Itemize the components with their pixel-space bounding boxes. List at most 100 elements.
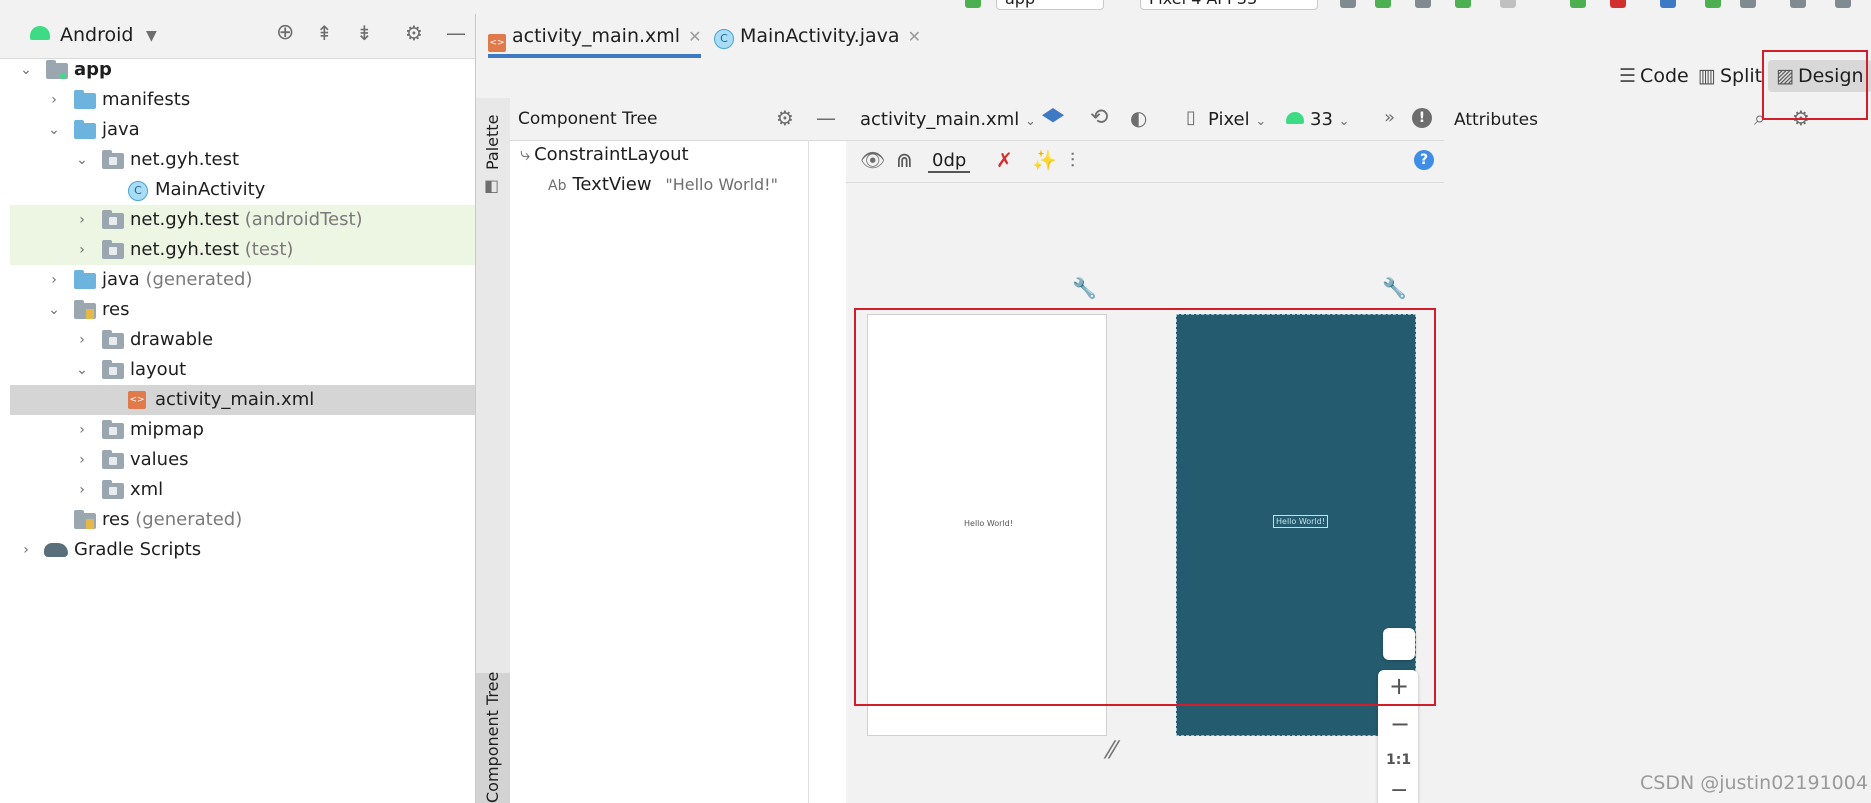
tree-item-java-generated[interactable]: › java (generated) — [10, 265, 475, 295]
zoom-actual-size-button[interactable]: 1:1 — [1386, 752, 1411, 768]
layout-file-select[interactable]: activity_main.xml ⌄ — [860, 109, 1036, 130]
orientation-icon[interactable]: ⟲ — [1090, 107, 1108, 129]
help-icon[interactable]: ? — [1414, 150, 1434, 170]
close-icon[interactable]: ✕ — [688, 27, 701, 46]
expand-all-icon[interactable]: ⇞ — [316, 23, 333, 43]
chevron-down-icon[interactable]: ▼ — [146, 26, 157, 46]
tree-node-textview[interactable]: Ab TextView "Hello World!" — [548, 174, 778, 195]
clear-constraints-icon[interactable]: ✗ — [996, 150, 1013, 170]
tree-item-java[interactable]: ⌄ java — [10, 115, 475, 145]
more-chevron-icon[interactable]: » — [1384, 108, 1395, 128]
run-icon[interactable] — [965, 0, 981, 8]
chevron-down-icon[interactable]: ⌄ — [74, 145, 90, 175]
split-view-icon: ▥ — [1698, 65, 1716, 87]
module-folder-icon — [46, 60, 68, 79]
chevron-right-icon[interactable]: › — [74, 445, 90, 475]
tree-item-label: xml — [130, 479, 164, 500]
settings-menu-icon[interactable] — [1835, 0, 1851, 8]
chevron-right-icon[interactable]: › — [18, 535, 34, 565]
tree-item-mipmap[interactable]: › mipmap — [10, 415, 475, 445]
magnet-icon[interactable]: ⋒ — [896, 150, 913, 170]
tree-item-manifests[interactable]: › manifests — [10, 85, 475, 115]
tree-item-activity-main-xml[interactable]: <> activity_main.xml — [10, 385, 475, 415]
hide-panel-icon[interactable]: — — [816, 108, 836, 128]
view-mode-bar: ☰ Code ▥ Split ▨ Design — [476, 58, 1871, 99]
eye-icon[interactable]: 👁 — [860, 150, 885, 170]
chevron-right-icon[interactable]: › — [74, 325, 90, 355]
device-select[interactable]: Pixel 4 API 33 — [1140, 0, 1318, 10]
close-icon[interactable]: ✕ — [908, 27, 921, 46]
chevron-down-icon[interactable]: ⌄ — [74, 355, 90, 385]
package-icon — [102, 210, 124, 229]
component-tree-side-tab[interactable]: Component Tree — [476, 672, 510, 803]
split-mode-button[interactable]: ▥ Split — [1698, 65, 1762, 87]
device-select[interactable]: Pixel ⌄ — [1208, 109, 1266, 130]
tree-item-label: values — [130, 449, 189, 470]
tree-item-drawable[interactable]: › drawable — [10, 325, 475, 355]
tree-item-package[interactable]: ⌄ net.gyh.test — [10, 145, 475, 175]
folder-icon — [74, 120, 96, 139]
tree-item-package-androidtest[interactable]: › net.gyh.test (androidTest) — [10, 205, 475, 235]
resize-handle-icon[interactable]: ⁄⁄ — [1108, 738, 1116, 762]
code-mode-button[interactable]: ☰ Code — [1619, 65, 1689, 87]
wrench-icon[interactable]: 🔧 — [1072, 278, 1097, 298]
tree-node-constraintlayout[interactable]: ⤷ ConstraintLayout — [520, 144, 689, 165]
tree-item-mainactivity[interactable]: C MainActivity — [10, 175, 475, 205]
avd-manager-icon[interactable] — [1660, 0, 1676, 8]
debug-icon[interactable] — [1415, 0, 1431, 8]
profile-icon[interactable] — [1455, 0, 1471, 8]
run-app-icon[interactable] — [1340, 0, 1356, 8]
tree-item-gradle-scripts[interactable]: › Gradle Scripts — [10, 535, 475, 565]
chevron-right-icon[interactable]: › — [74, 235, 90, 265]
zoom-out-button[interactable]: − — [1390, 710, 1410, 738]
text-view-icon: Ab — [548, 178, 567, 194]
locate-icon[interactable]: ⊕ — [276, 22, 294, 44]
tree-item-res[interactable]: ⌄ res — [10, 295, 475, 325]
design-toolbar-secondary: 👁 ⋒ 0dp ✗ ✨ ⫶ ? — [846, 140, 1444, 183]
chevron-right-icon[interactable]: › — [46, 265, 62, 295]
chevron-right-icon[interactable]: › — [46, 85, 62, 115]
guidelines-icon[interactable]: ⫶ — [1070, 150, 1075, 170]
zoom-fit-button[interactable]: − — [1390, 778, 1408, 803]
infer-constraints-icon[interactable]: ✨ — [1032, 150, 1057, 170]
tree-item-layout[interactable]: ⌄ layout — [10, 355, 475, 385]
tree-item-label: mipmap — [130, 419, 204, 440]
chevron-right-icon[interactable]: › — [74, 475, 90, 505]
tree-item-values[interactable]: › values — [10, 445, 475, 475]
chevron-down-icon[interactable]: ⌄ — [46, 115, 62, 145]
tab-activity-main-xml[interactable]: <> activity_main.xml ✕ — [488, 14, 702, 58]
constraint-layout-icon: ⤷ — [520, 144, 531, 165]
tree-item-label: app — [74, 59, 112, 80]
tab-mainactivity-java[interactable]: C MainActivity.java ✕ — [714, 14, 921, 58]
apply-changes-icon[interactable] — [1375, 0, 1391, 8]
chevron-right-icon[interactable]: › — [74, 205, 90, 235]
layers-icon[interactable] — [1042, 108, 1064, 123]
sdk-manager-icon[interactable] — [1705, 0, 1721, 8]
warning-icon[interactable]: ! — [1412, 108, 1432, 128]
hide-panel-icon[interactable]: — — [446, 23, 466, 43]
tree-item-package-test[interactable]: › net.gyh.test (test) — [10, 235, 475, 265]
attach-icon[interactable] — [1500, 0, 1516, 8]
default-margin-field[interactable]: 0dp — [928, 150, 971, 173]
theme-icon[interactable]: ◐ — [1130, 108, 1147, 128]
stop-icon[interactable] — [1610, 0, 1626, 8]
tree-item-xml[interactable]: › xml — [10, 475, 475, 505]
tree-item-app[interactable]: ⌄ app — [10, 55, 475, 85]
api-level-select[interactable]: 33 ⌄ — [1310, 109, 1350, 130]
attributes-panel: Attributes ⌕ ⚙ — — [1444, 98, 1871, 803]
tree-item-label: manifests — [102, 89, 191, 110]
chevron-right-icon[interactable]: › — [74, 415, 90, 445]
gear-icon[interactable]: ⚙ — [405, 23, 423, 43]
palette-tab[interactable]: Palette — [483, 115, 502, 170]
collapse-all-icon[interactable]: ⇟ — [356, 23, 373, 43]
device-manager-icon[interactable] — [1740, 0, 1756, 8]
run-config-select[interactable]: app — [996, 0, 1104, 10]
gear-icon[interactable]: ⚙ — [776, 108, 794, 128]
chevron-down-icon[interactable]: ⌄ — [46, 295, 62, 325]
sync-icon[interactable] — [1570, 0, 1586, 8]
wrench-icon[interactable]: 🔧 — [1382, 278, 1407, 298]
tree-item-res-generated[interactable]: res (generated) — [10, 505, 475, 535]
search-everywhere-icon[interactable] — [1790, 0, 1806, 8]
view-selector-label[interactable]: Android — [60, 24, 133, 46]
chevron-down-icon[interactable]: ⌄ — [18, 55, 34, 85]
